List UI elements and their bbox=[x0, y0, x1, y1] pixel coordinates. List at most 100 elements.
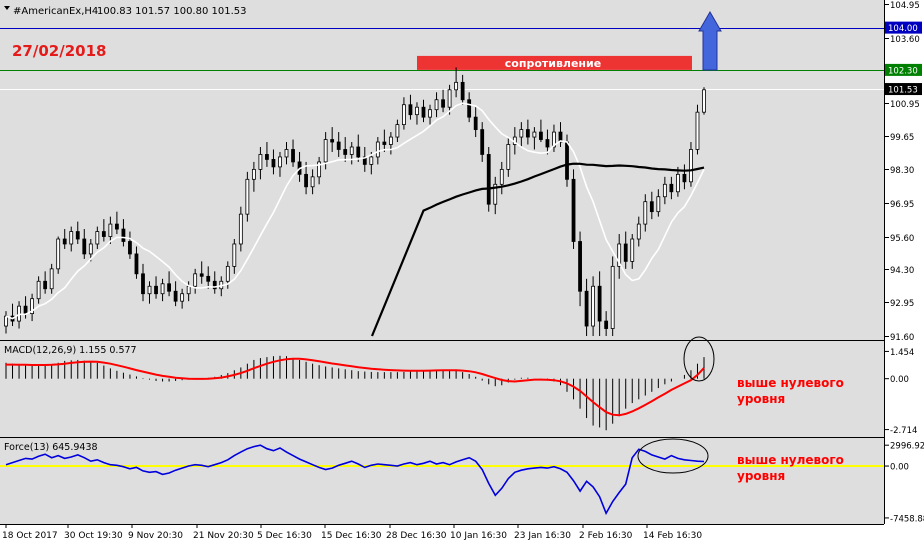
candle-body bbox=[147, 285, 152, 295]
annotation-line: выше нулевого bbox=[737, 453, 844, 467]
macd-tick-label: -2.714 bbox=[890, 426, 917, 436]
candle bbox=[571, 169, 576, 249]
candle bbox=[702, 87, 706, 115]
force-title: Force(13) 645.9438 bbox=[4, 442, 98, 453]
candle-body bbox=[649, 201, 654, 213]
time-tick-label: 5 Dec 16:30 bbox=[257, 531, 312, 541]
time-tick-label: 9 Nov 20:30 bbox=[128, 531, 183, 541]
candle-body bbox=[56, 238, 61, 270]
candle-body bbox=[610, 265, 615, 329]
macd-tick-label: 1.454 bbox=[890, 348, 914, 358]
candle-body bbox=[284, 149, 289, 158]
candle-body bbox=[271, 159, 276, 168]
candle-body bbox=[121, 228, 126, 242]
candle-body bbox=[702, 89, 706, 113]
candle-body bbox=[369, 156, 374, 165]
candle-body bbox=[36, 280, 41, 300]
candle-body bbox=[584, 290, 589, 327]
candle-body bbox=[82, 238, 87, 255]
candle-body bbox=[349, 146, 354, 155]
price-tick-label: 91.60 bbox=[890, 333, 914, 343]
candle-body bbox=[676, 173, 680, 193]
candle-body bbox=[330, 139, 335, 143]
candle-body bbox=[539, 131, 543, 140]
time-tick-label: 23 Jan 16:30 bbox=[514, 531, 571, 541]
candle-body bbox=[343, 149, 348, 155]
candle-body bbox=[623, 243, 628, 262]
candle-body bbox=[114, 223, 119, 230]
price-tick-label: 96.95 bbox=[890, 200, 914, 210]
time-tick-label: 14 Feb 16:30 bbox=[643, 531, 702, 541]
candle-body bbox=[193, 273, 198, 287]
candle bbox=[486, 146, 491, 212]
candle-body bbox=[408, 104, 413, 116]
time-tick-label: 2 Feb 16:30 bbox=[579, 531, 633, 541]
candle-body bbox=[75, 231, 80, 240]
resistance-price-tag-label: 102.30 bbox=[888, 66, 918, 76]
candle-body bbox=[480, 129, 485, 155]
candle-body bbox=[636, 223, 641, 240]
candle-body bbox=[395, 124, 400, 138]
candle-body bbox=[291, 149, 295, 163]
candle-body bbox=[310, 176, 315, 188]
candle-body bbox=[597, 285, 602, 322]
candle bbox=[610, 256, 615, 336]
candle-body bbox=[180, 293, 185, 302]
candle-body bbox=[95, 231, 100, 245]
candle-body bbox=[186, 285, 191, 295]
trading-chart: 104.95 103.60 102.30 100.95 99.65 98.30 96.95 9… bbox=[0, 0, 924, 546]
candle-body bbox=[232, 243, 237, 267]
candle-body bbox=[695, 111, 700, 150]
candle-body bbox=[173, 290, 178, 302]
candle-body bbox=[265, 154, 269, 160]
candle-body bbox=[134, 253, 139, 275]
candle-body bbox=[689, 149, 693, 183]
ohlc-values: 100.83 101.57 100.80 101.53 bbox=[97, 6, 247, 17]
time-tick-label: 28 Dec 16:30 bbox=[386, 531, 447, 541]
price-tick-label: 92.95 bbox=[890, 299, 914, 309]
candle-body bbox=[441, 99, 445, 108]
price-tick-label: 103.60 bbox=[890, 35, 920, 45]
candle-body bbox=[467, 99, 472, 118]
candle-body bbox=[656, 196, 661, 213]
candle-body bbox=[519, 129, 524, 138]
candle-body bbox=[245, 178, 250, 215]
price-tick-label: 95.60 bbox=[890, 234, 914, 244]
candle-body bbox=[591, 285, 596, 327]
candle-body bbox=[630, 238, 635, 262]
candle-body bbox=[506, 144, 511, 170]
symbol-label: #AmericanEx,H4 bbox=[13, 6, 98, 17]
candle-body bbox=[258, 154, 263, 170]
candle-body bbox=[141, 273, 145, 295]
candle-body bbox=[434, 99, 439, 111]
force-tick-label: -7458.88 bbox=[890, 514, 924, 524]
price-pane[interactable] bbox=[0, 0, 884, 340]
candle bbox=[56, 236, 61, 274]
candle-body bbox=[323, 139, 328, 163]
price-tick-label: 104.95 bbox=[890, 1, 920, 11]
candle-body bbox=[101, 231, 106, 237]
candle bbox=[245, 171, 250, 222]
candle-body bbox=[382, 141, 387, 145]
candle-body bbox=[375, 141, 380, 158]
candle-body bbox=[447, 89, 452, 108]
time-tick-label: 10 Jan 16:30 bbox=[450, 531, 507, 541]
candle-body bbox=[304, 173, 308, 188]
candle-body bbox=[545, 139, 550, 148]
candle-body bbox=[604, 320, 609, 329]
candle-body bbox=[499, 168, 504, 185]
candle-body bbox=[486, 154, 491, 205]
candle-body bbox=[460, 81, 465, 101]
candle bbox=[695, 104, 700, 155]
force-tick-label: 2996.92 bbox=[890, 442, 924, 452]
annotation-line: выше нулевого bbox=[737, 376, 844, 390]
candle-body bbox=[43, 280, 48, 290]
candle-body bbox=[69, 231, 74, 245]
candle-body bbox=[199, 273, 204, 277]
time-tick-label: 30 Oct 19:30 bbox=[64, 531, 123, 541]
candle-body bbox=[402, 104, 406, 126]
candle-body bbox=[578, 241, 582, 292]
candle-body bbox=[238, 213, 243, 245]
candle-body bbox=[128, 241, 132, 255]
candle-body bbox=[4, 315, 8, 327]
